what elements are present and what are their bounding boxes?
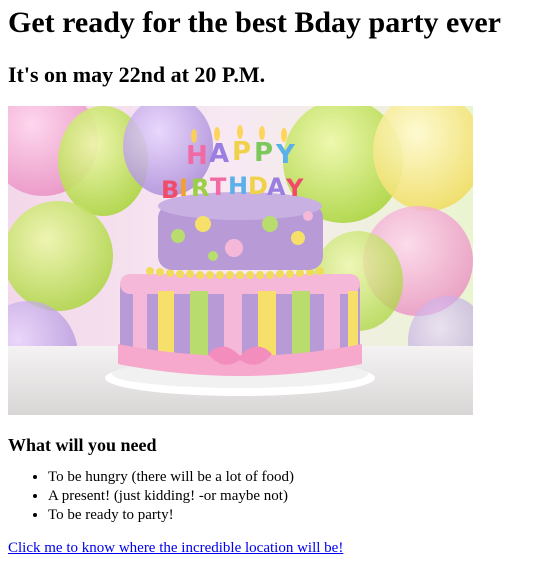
svg-text:Y: Y	[285, 174, 304, 202]
list-item: To be ready to party!	[48, 506, 539, 525]
birthday-cake-image: H A P P Y B I R T H D A Y	[8, 106, 473, 415]
svg-text:H: H	[186, 141, 208, 171]
svg-text:T: T	[210, 173, 227, 201]
party-date-subtitle: It's on may 22nd at 20 P.M.	[8, 62, 266, 87]
svg-text:I: I	[179, 174, 188, 202]
svg-text:P: P	[254, 138, 273, 168]
location-link[interactable]: Click me to know where the incredible lo…	[8, 539, 343, 558]
svg-text:A: A	[267, 173, 286, 201]
svg-text:D: D	[248, 172, 268, 200]
needs-heading: What will you need	[8, 435, 157, 455]
svg-text:R: R	[191, 174, 209, 202]
page-title: Get ready for the best Bday party ever	[8, 6, 501, 39]
svg-text:Y: Y	[275, 140, 296, 170]
svg-text:P: P	[232, 137, 251, 167]
page-content: Get ready for the best Bday party ever I…	[0, 0, 547, 558]
svg-text:H: H	[228, 172, 248, 200]
svg-text:A: A	[209, 139, 229, 169]
needs-list: To be hungry (there will be a lot of foo…	[8, 468, 539, 525]
list-item: To be hungry (there will be a lot of foo…	[48, 468, 539, 487]
svg-text:B: B	[161, 176, 179, 204]
list-item: A present! (just kidding! -or maybe not)	[48, 487, 539, 506]
